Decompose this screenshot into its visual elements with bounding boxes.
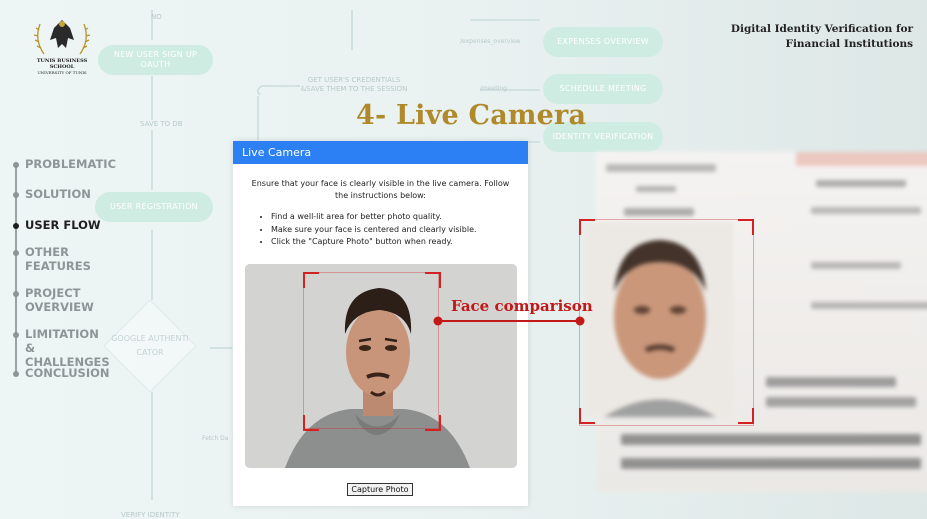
nav-label: LIMITATION & CHALLENGES — [25, 327, 110, 369]
flow-new-user-label: NEW USER SIGN UP OAUTH — [113, 50, 198, 69]
nav-item-other-features[interactable]: OTHER FEATURES — [13, 245, 93, 273]
id-frame-corner — [738, 219, 754, 235]
nav-item-user-flow[interactable]: USER FLOW — [13, 218, 120, 232]
flow-meeting-route: /meeting — [480, 85, 507, 92]
instruction-item: Click the "Capture Photo" button when re… — [271, 236, 518, 249]
nav-dot-icon — [13, 192, 19, 198]
flow-no-note: NO — [151, 13, 162, 21]
logo-university: UNIVERSITY OF TUNIS — [37, 70, 87, 75]
nav-item-limitation[interactable]: LIMITATION & CHALLENGES — [13, 327, 111, 369]
face-detection-box — [303, 272, 439, 429]
eagle-emblem-icon — [33, 20, 91, 55]
instructions-intro: Ensure that your face is clearly visible… — [251, 179, 510, 200]
flow-diamond-label: GOOGLE AUTHENTI CATOR — [111, 334, 189, 357]
nav-dot-icon — [13, 162, 19, 168]
camera-feed — [245, 264, 517, 468]
live-camera-panel: Live Camera Ensure that your face is cle… — [233, 141, 528, 506]
nav-item-solution[interactable]: SOLUTION — [13, 187, 120, 201]
flow-expenses: EXPENSES OVERVIEW — [543, 27, 663, 57]
instruction-item: Find a well-lit area for better photo qu… — [271, 211, 518, 224]
nav-dot-icon — [13, 371, 19, 377]
id-frame-corner — [579, 408, 595, 424]
flow-fetch-note: Fetch Da — [202, 435, 229, 442]
project-title-line2: Financial Institutions — [785, 38, 913, 50]
nav-label: CONCLUSION — [25, 366, 110, 380]
flow-expenses-route: /expenses_overview — [460, 38, 521, 45]
flow-schedule-label: SCHEDULE MEETING — [559, 84, 647, 93]
id-frame-corner — [738, 408, 754, 424]
id-frame-corner — [579, 219, 595, 235]
instructions-list: Find a well-lit area for better photo qu… — [261, 211, 518, 249]
flow-identity-label: IDENTITY VERIFICATION — [552, 132, 654, 141]
id-face-frame — [579, 219, 754, 426]
nav-item-project-overview[interactable]: PROJECT OVERVIEW — [13, 286, 94, 314]
slide-title: 4- Live Camera — [356, 100, 587, 131]
nav-dot-icon — [13, 291, 19, 297]
project-title: Digital Identity Verification for Financ… — [731, 22, 913, 52]
logo-name: TUNIS BUSINESS SCHOOL — [36, 58, 88, 70]
face-comparison-label: Face comparison — [451, 297, 593, 315]
flow-verify-note: VERIFY IDENTITY — [121, 511, 180, 519]
capture-photo-button[interactable]: Capture Photo — [347, 483, 413, 496]
nav-label: SOLUTION — [25, 187, 91, 201]
nav-item-conclusion[interactable]: CONCLUSION — [13, 366, 120, 380]
nav-dot-icon — [13, 223, 19, 229]
flow-save-note: SAVE TO DB — [140, 120, 183, 128]
nav-label: USER FLOW — [25, 218, 101, 232]
nav-label: OTHER FEATURES — [25, 245, 91, 273]
nav-item-problematic[interactable]: PROBLEMATIC — [13, 157, 120, 171]
flow-user-registration-label: USER REGISTRATION — [110, 202, 198, 211]
flow-new-user: NEW USER SIGN UP OAUTH — [98, 45, 213, 75]
panel-header: Live Camera — [233, 141, 528, 164]
nav-label: PROBLEMATIC — [25, 157, 117, 171]
nav-dot-icon — [13, 332, 19, 338]
panel-body: Ensure that your face is clearly visible… — [233, 178, 528, 249]
flow-expenses-label: EXPENSES OVERVIEW — [557, 37, 649, 46]
flow-credentials-note: GET USER'S CREDENTIALS &SAVE THEM TO THE… — [300, 76, 408, 93]
nav-label: PROJECT OVERVIEW — [25, 286, 94, 314]
logo-text: TUNIS BUSINESS SCHOOL UNIVERSITY OF TUNI… — [28, 58, 96, 76]
nav-dot-icon — [13, 250, 19, 256]
instruction-item: Make sure your face is centered and clea… — [271, 224, 518, 237]
project-title-line1: Digital Identity Verification for — [730, 23, 913, 35]
school-logo: TUNIS BUSINESS SCHOOL UNIVERSITY OF TUNI… — [28, 14, 96, 75]
